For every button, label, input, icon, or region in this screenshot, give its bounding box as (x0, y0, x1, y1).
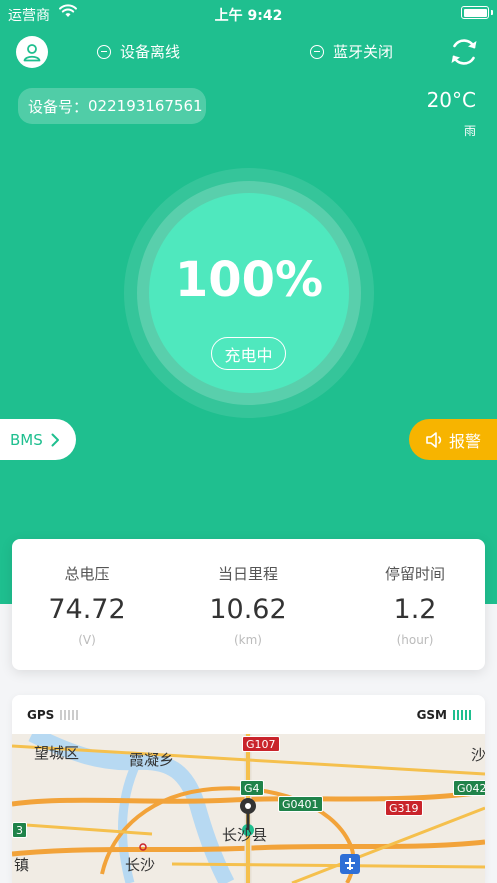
road-sign: G319 (385, 800, 423, 816)
gsm-label: GSM (416, 708, 447, 722)
stat-unit: (V) (78, 633, 96, 647)
alarm-button[interactable]: 报警 (409, 419, 497, 460)
clock: 上午 9:42 (214, 8, 283, 24)
user-icon (23, 44, 41, 62)
battery-percentage: 100% (174, 252, 324, 308)
alarm-label: 报警 (449, 431, 482, 451)
stat-title: 总电压 (64, 565, 110, 583)
gsm-signal: GSM (417, 708, 471, 722)
status-bar: 运营商 上午 9:42 (0, 0, 497, 28)
device-number-label: 设备号： (28, 97, 89, 116)
bluetooth-status[interactable]: 蓝牙关闭 (310, 41, 393, 62)
map-place-label: 长沙县 (222, 826, 268, 844)
road-sign: G042 (453, 780, 485, 796)
device-status: 设备离线 (97, 41, 180, 62)
map-place-label: 镇 (14, 856, 30, 874)
battery-icon (461, 6, 489, 19)
gsm-signal-bars-icon (453, 710, 471, 720)
bluetooth-off-icon (310, 44, 324, 59)
bluetooth-status-label: 蓝牙关闭 (333, 43, 394, 61)
signal-header: GPS GSM (12, 695, 485, 734)
charging-status-badge: 充电中 (211, 337, 286, 370)
offline-icon (97, 44, 111, 59)
road-sign: 3 (12, 822, 27, 838)
road-sign: G4 (240, 780, 264, 796)
bms-label: BMS (10, 430, 43, 449)
stat-unit: (hour) (396, 633, 434, 647)
device-number: 022193167561 (88, 97, 203, 115)
weather-condition: 雨 (463, 124, 476, 138)
chevron-right-icon (51, 433, 59, 446)
refresh-icon[interactable] (447, 35, 481, 69)
gps-signal: GPS (27, 708, 79, 722)
stat-value: 1.2 (393, 594, 437, 625)
user-avatar-button[interactable] (16, 36, 48, 68)
device-number-pill: 设备号： 022193167561 (18, 88, 206, 124)
stat-title: 停留时间 (384, 565, 445, 583)
stat-unit: (km) (233, 633, 262, 647)
stat-value: 74.72 (48, 594, 126, 625)
map-view[interactable]: 望城区 霞凝乡 长沙县 长沙 沙 镇 G107 G4 G0401 G319 G0… (12, 734, 485, 883)
bms-button[interactable]: BMS (0, 419, 76, 460)
road-sign: G107 (242, 736, 280, 752)
device-status-label: 设备离线 (120, 43, 181, 61)
road-sign: G0401 (278, 796, 323, 812)
map-place-label: 沙 (471, 746, 485, 764)
gps-signal-bars-icon (60, 710, 79, 720)
temperature: 20°C (426, 88, 476, 112)
stat-title: 当日里程 (217, 565, 278, 583)
gps-label: GPS (27, 708, 55, 722)
map-card: GPS GSM 望城区 霞凝乡 长沙县 长沙 沙 镇 G107 G4 G0401… (12, 695, 485, 883)
map-place-label: 望城区 (34, 744, 80, 762)
battery-cap (491, 10, 493, 15)
map-place-label: 霞凝乡 (129, 751, 175, 769)
stat-value: 10.62 (209, 594, 287, 625)
speaker-icon (426, 431, 442, 448)
stats-card: 总电压 74.72 (V) 当日里程 10.62 (km) 停留时间 1.2 (… (12, 539, 485, 670)
map-place-label: 长沙 (125, 856, 156, 874)
